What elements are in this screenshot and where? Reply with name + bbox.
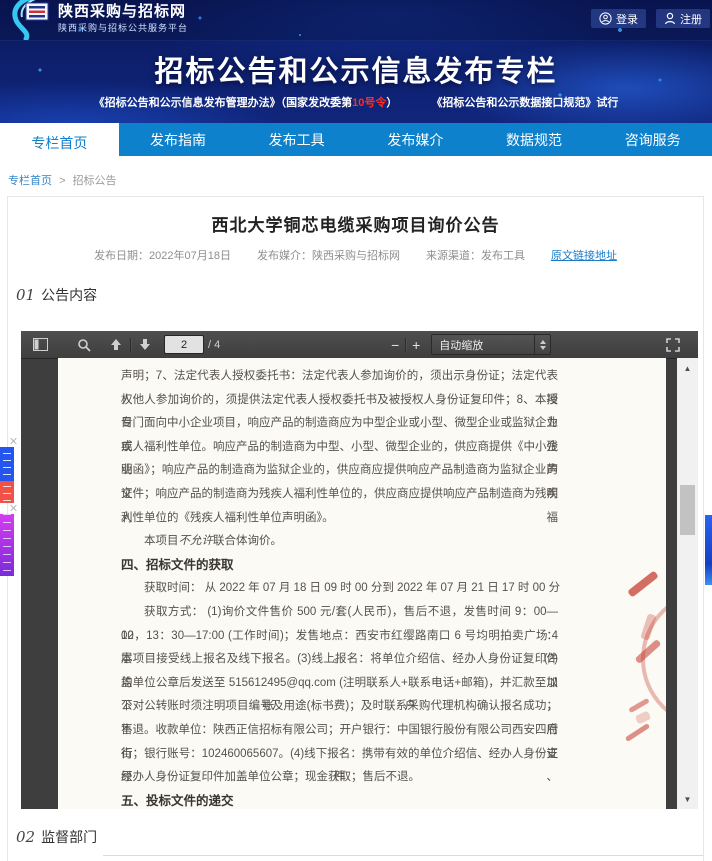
floating-widget-purple[interactable]	[0, 514, 14, 576]
pdf-text-block: 声明；7、法定代表人授权委托书：法定代表人参加询价的，须出示身份证；法定代表人授…	[121, 365, 558, 809]
pdf-text-line: 获取方式： (1)询价文件售价 500 元/套(人民币)，售后不退，发售时间 9…	[121, 601, 558, 625]
page-up-icon[interactable]	[105, 334, 127, 355]
register-button[interactable]: 注册	[656, 9, 710, 28]
breadcrumb-current: 招标公告	[73, 175, 117, 187]
search-icon[interactable]	[73, 334, 95, 355]
user-circle-icon	[599, 12, 612, 25]
section1-title: 公告内容	[41, 287, 97, 303]
fullscreen-icon[interactable]	[662, 334, 684, 355]
zoom-mode-label: 自动缩放	[432, 337, 534, 353]
register-label: 注册	[680, 11, 702, 27]
floating-widget-red[interactable]	[0, 481, 14, 503]
pdf-text-line: 盖单位公章后发送至 515612495@qq.com (注明联系人+联系电话+邮…	[121, 672, 558, 696]
red-stamp-mark	[635, 710, 651, 724]
toolbar-separator	[130, 338, 131, 352]
floating-widget-close-icon[interactable]	[9, 504, 17, 512]
breadcrumb-home[interactable]: 专栏首页	[8, 175, 52, 187]
pdf-text-line: 文件；响应产品的制造商为残疾人福利性单位的，供应商应提供响应产品制造商为残疾人福	[121, 483, 558, 507]
banner-links: 《招标公告和公示信息发布管理办法》（国家发改委第10号令） 《招标公告和公示数据…	[0, 94, 712, 110]
pdf-text-line: 声明；7、法定代表人授权委托书：法定代表人参加询价的，须出示身份证；法定代表人授	[121, 365, 558, 389]
top-header: 陕西采购与招标网 陕西采购与招标公共服务平台 登录 注册	[0, 0, 712, 41]
tab-publish-tool[interactable]: 发布工具	[237, 123, 356, 156]
main-nav: 专栏首页 发布指南 发布工具 发布媒介 数据规范 咨询服务	[0, 123, 712, 156]
original-link[interactable]: 原文链接地址	[551, 247, 617, 263]
toolbar-separator	[405, 338, 406, 352]
zoom-mode-select[interactable]: 自动缩放	[431, 334, 551, 355]
page-title: 西北大学铜芯电缆采购项目询价公告	[8, 211, 703, 236]
article-card: 西北大学铜芯电缆采购项目询价公告 发布日期：2022年07月18日 发布媒介：陕…	[7, 196, 704, 861]
section2-number: 02	[16, 828, 35, 846]
login-label: 登录	[616, 11, 638, 27]
red-stamp-mark	[635, 639, 662, 664]
section1-number: 01	[16, 286, 35, 304]
pdf-text-line: 明函》；响应产品的制造商为监狱企业的，供应商应提供响应产品制造商为监狱企业的证明	[121, 459, 558, 483]
banner-title: 招标公告和公示信息发布专栏	[0, 48, 712, 90]
tab-publish-media[interactable]: 发布媒介	[356, 123, 475, 156]
pdf-text-line: 00，13：30—17:00 (工作时间)；发售地点：西安市红缨路南口 6 号均…	[121, 625, 558, 649]
user-icon	[664, 12, 676, 25]
section-announcement-content: 01 公告内容	[16, 285, 97, 305]
meta-publish-date: 发布日期：2022年07月18日	[94, 247, 231, 263]
scrollbar-thumb[interactable]	[680, 485, 695, 535]
regulation-link[interactable]: 《招标公告和公示信息发布管理办法》（国家发改委第10号令）	[94, 94, 398, 110]
tab-column-home[interactable]: 专栏首页	[0, 123, 119, 163]
site-name: 陕西采购与招标网	[58, 3, 188, 22]
pdf-text-line: 不退。收款单位：陕西正信招标有限公司；开户银行：中国银行股份有限公司西安四府街支	[121, 719, 558, 743]
breadcrumb-separator: >	[59, 175, 65, 187]
red-stamp-mark	[625, 723, 650, 742]
tab-publish-guide[interactable]: 发布指南	[119, 123, 238, 156]
pdf-text-line: 权他人参加询价的，须提供法定代表人授权委托书及被授权人身份证复印件；8、本项目为	[121, 389, 558, 413]
zoom-out-button[interactable]: −	[388, 337, 402, 353]
page-down-icon[interactable]	[134, 334, 156, 355]
section2-title: 监督部门	[41, 829, 97, 845]
pdf-toolbar: / 4 − + 自动缩放	[21, 331, 698, 359]
red-stamp	[641, 590, 666, 728]
select-spinner-icon	[534, 335, 550, 354]
tab-data-standard[interactable]: 数据规范	[475, 123, 594, 156]
pdf-viewer: / 4 − + 自动缩放 声明；7、法定代表人授权委托书：法定代表人参加询价的，…	[21, 331, 698, 809]
pdf-text-line: 本项目不允许联合体询价。	[121, 530, 558, 554]
interface-spec-link[interactable]: 《招标公告和公示数据接口规范》试行	[431, 94, 618, 110]
floating-widget-blue[interactable]	[0, 447, 14, 481]
pdf-text-line: 专门面向中小企业项目，响应产品的制造商应为中型企业或小型、微型企业或监狱企业或残	[121, 412, 558, 436]
login-button[interactable]: 登录	[591, 9, 646, 28]
floating-widget-close-icon[interactable]	[9, 437, 17, 445]
page: 陕西采购与招标网 陕西采购与招标公共服务平台 登录 注册 招标公告和公示信息发布…	[0, 0, 712, 861]
zoom-in-button[interactable]: +	[409, 337, 423, 353]
regulation-order-number: 10号令	[352, 97, 386, 109]
sidebar-toggle-icon[interactable]	[29, 334, 51, 355]
page-number-input[interactable]	[164, 335, 204, 354]
meta-source-channel: 来源渠道：发布工具	[426, 247, 525, 263]
breadcrumb: 专栏首页 > 招标公告	[8, 172, 117, 188]
scroll-up-icon[interactable]: ▲	[677, 360, 698, 376]
tab-consult-service[interactable]: 咨询服务	[593, 123, 712, 156]
site-logo	[6, 0, 54, 40]
site-subtitle: 陕西采购与招标公共服务平台	[58, 23, 188, 34]
hero-banner: 陕西采购与招标网 陕西采购与招标公共服务平台 登录 注册 招标公告和公示信息发布…	[0, 0, 712, 123]
pdf-heading-line: 四、招标文件的获取	[121, 554, 558, 578]
pdf-text-line: 行；银行账号：102460065607。(4)线下报名：携带有效的单位介绍信、经…	[121, 743, 558, 767]
page-total: / 4	[208, 339, 220, 351]
pdf-text-line: 公对公转账时须注明项目编号及用途(标书费)；及时联系采购代理机构确认报名成功；售…	[121, 695, 558, 719]
red-stamp-mark	[640, 613, 657, 641]
floating-widget-right-blue[interactable]	[705, 515, 712, 585]
section-divider	[103, 855, 703, 856]
site-identity: 陕西采购与招标网 陕西采购与招标公共服务平台	[58, 3, 188, 34]
section-supervision-dept: 02 监督部门	[16, 827, 97, 847]
pdf-page: 声明；7、法定代表人授权委托书：法定代表人参加询价的，须出示身份证；法定代表人授…	[58, 358, 666, 809]
red-stamp-mark	[628, 698, 650, 713]
article-meta: 发布日期：2022年07月18日 发布媒介：陕西采购与招标网 来源渠道：发布工具…	[8, 247, 703, 263]
red-stamp-mark	[627, 570, 659, 597]
pdf-scrollbar[interactable]: ▲ ▼	[677, 358, 698, 809]
pdf-text-line: 疾人福利性单位。响应产品的制造商为中型、小型、微型企业的，供应商提供《中小企业声	[121, 436, 558, 460]
scroll-down-icon[interactable]: ▼	[677, 791, 698, 807]
pdf-text-line: 获取时间： 从 2022 年 07 月 18 日 09 时 00 分到 2022…	[121, 577, 558, 601]
meta-publish-media: 发布媒介：陕西采购与招标网	[257, 247, 400, 263]
pdf-heading-line: 五、投标文件的递交	[121, 790, 558, 809]
pdf-text-line: 本项目接受线上报名及线下报名。(3)线上报名：将单位介绍信、经办人身份证复印件均…	[121, 648, 558, 672]
